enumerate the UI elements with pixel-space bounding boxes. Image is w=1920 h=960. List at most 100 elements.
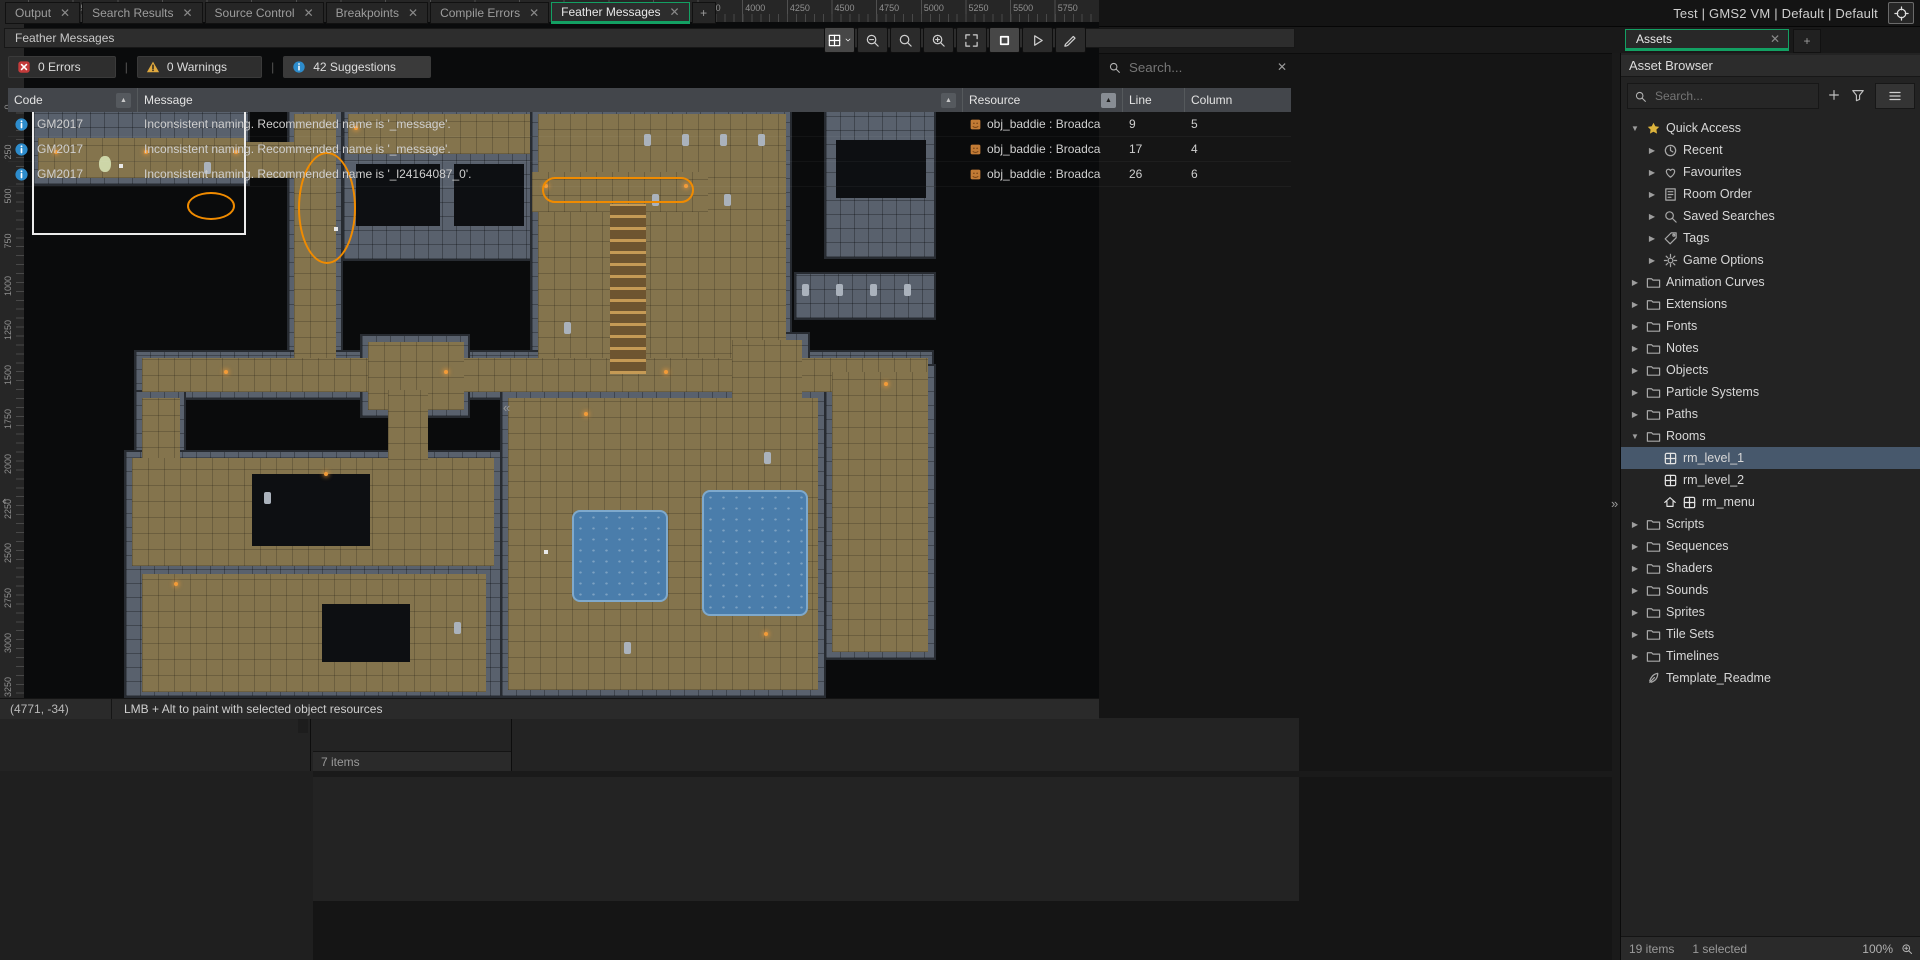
column-header-line[interactable]: Line (1123, 88, 1185, 112)
asset-rm-level-1[interactable]: rm_level_1 (1621, 447, 1920, 469)
tree-collapsed-icon[interactable]: ▶ (1629, 652, 1641, 661)
feather-search-input[interactable] (1127, 59, 1261, 76)
tree-collapsed-icon[interactable]: ▶ (1629, 542, 1641, 551)
tab-feather-messages[interactable]: Feather Messages✕ (551, 2, 689, 24)
tree-collapsed-icon[interactable]: ▶ (1629, 630, 1641, 639)
crosshair-icon (1894, 6, 1909, 21)
sort-button[interactable]: ▲ (116, 93, 131, 108)
clear-search-button[interactable]: ✕ (1277, 60, 1287, 74)
asset-timelines[interactable]: ▶Timelines (1621, 645, 1920, 667)
column-header-column[interactable]: Column (1185, 88, 1291, 112)
asset-animation-curves[interactable]: ▶Animation Curves (1621, 271, 1920, 293)
asset-rooms[interactable]: ▼Rooms (1621, 425, 1920, 447)
feather-message-row[interactable]: GM2017Inconsistent naming. Recommended n… (8, 112, 1291, 137)
tab-compile-errors[interactable]: Compile Errors✕ (430, 2, 549, 24)
zoom-fit-button[interactable] (956, 27, 987, 53)
paint-mode-button[interactable] (1055, 27, 1086, 53)
tree-expanded-icon[interactable]: ▼ (1629, 432, 1641, 441)
column-header-resource[interactable]: Resource ▲ (963, 88, 1123, 112)
tree-collapsed-icon[interactable]: ▶ (1629, 300, 1641, 309)
asset-template-readme[interactable]: Template_Readme (1621, 667, 1920, 689)
feather-message-row[interactable]: GM2017Inconsistent naming. Recommended n… (8, 137, 1291, 162)
tab-source-control[interactable]: Source Control✕ (205, 2, 324, 24)
grid-settings-button[interactable] (824, 27, 855, 53)
close-icon[interactable]: ✕ (529, 6, 539, 20)
asset-fonts[interactable]: ▶Fonts (1621, 315, 1920, 337)
asset-sounds[interactable]: ▶Sounds (1621, 579, 1920, 601)
tree-collapsed-icon[interactable]: ▶ (1629, 278, 1641, 287)
warnings-filter-button[interactable]: 0 Warnings (137, 56, 262, 78)
tree-expanded-icon[interactable]: ▼ (1629, 124, 1641, 133)
tree-collapsed-icon[interactable]: ▶ (1646, 212, 1658, 221)
feather-message-row[interactable]: GM2017Inconsistent naming. Recommended n… (8, 162, 1291, 187)
tree-collapsed-icon[interactable]: ▶ (1629, 366, 1641, 375)
tree-collapsed-icon[interactable]: ▶ (1646, 234, 1658, 243)
splitter-collapse-right[interactable]: » (1611, 496, 1618, 511)
asset-sequences[interactable]: ▶Sequences (1621, 535, 1920, 557)
suggestions-filter-button[interactable]: 42 Suggestions (283, 56, 431, 78)
asset-room-order[interactable]: ▶Room Order (1621, 183, 1920, 205)
asset-game-options[interactable]: ▶Game Options (1621, 249, 1920, 271)
bottom-splitter[interactable] (313, 771, 1612, 777)
tab-search-results[interactable]: Search Results✕ (82, 2, 202, 24)
sort-button[interactable]: ▲ (941, 93, 956, 108)
toggle-room-border-button[interactable] (989, 27, 1020, 53)
asset-rm-menu[interactable]: rm_menu (1621, 491, 1920, 513)
preview-room-button[interactable] (1022, 27, 1053, 53)
sort-button-active[interactable]: ▲ (1101, 93, 1116, 108)
zoom-in-icon[interactable] (1901, 943, 1913, 955)
asset-recent[interactable]: ▶Recent (1621, 139, 1920, 161)
asset-objects[interactable]: ▶Objects (1621, 359, 1920, 381)
canvas-zoom-out-button[interactable] (857, 27, 888, 53)
close-icon[interactable]: ✕ (304, 6, 314, 20)
asset-notes[interactable]: ▶Notes (1621, 337, 1920, 359)
asset-browser-menu-button[interactable] (1875, 83, 1915, 109)
asset-extensions[interactable]: ▶Extensions (1621, 293, 1920, 315)
add-output-tab-button[interactable]: + (692, 2, 716, 24)
add-assets-tab-button[interactable]: + (1793, 29, 1821, 53)
panel-collapse-handle[interactable]: ‹ (2, 493, 6, 508)
asset-sprites[interactable]: ▶Sprites (1621, 601, 1920, 623)
tree-collapsed-icon[interactable]: ▶ (1646, 190, 1658, 199)
asset-rm-level-2[interactable]: rm_level_2 (1621, 469, 1920, 491)
canvas-zoom-in-button[interactable] (923, 27, 954, 53)
column-header-message[interactable]: Message ▲ (138, 88, 963, 112)
close-icon[interactable]: ✕ (670, 5, 680, 19)
tree-collapsed-icon[interactable]: ▶ (1646, 146, 1658, 155)
tree-collapsed-icon[interactable]: ▶ (1629, 322, 1641, 331)
tree-collapsed-icon[interactable]: ▶ (1646, 256, 1658, 265)
tab-assets[interactable]: Assets ✕ (1625, 29, 1789, 51)
tree-collapsed-icon[interactable]: ▶ (1629, 520, 1641, 529)
asset-scripts[interactable]: ▶Scripts (1621, 513, 1920, 535)
close-icon[interactable]: ✕ (60, 6, 70, 20)
tab-breakpoints[interactable]: Breakpoints✕ (326, 2, 428, 24)
filter-icon[interactable] (1851, 88, 1865, 102)
asset-tile-sets[interactable]: ▶Tile Sets (1621, 623, 1920, 645)
tree-collapsed-icon[interactable]: ▶ (1646, 168, 1658, 177)
asset-particle-systems[interactable]: ▶Particle Systems (1621, 381, 1920, 403)
splitter-collapse-left[interactable]: « (503, 400, 510, 415)
asset-paths[interactable]: ▶Paths (1621, 403, 1920, 425)
tree-collapsed-icon[interactable]: ▶ (1629, 344, 1641, 353)
asset-favourites[interactable]: ▶Favourites (1621, 161, 1920, 183)
tree-collapsed-icon[interactable]: ▶ (1629, 410, 1641, 419)
canvas-zoom-reset-button[interactable] (890, 27, 921, 53)
tab-output[interactable]: Output✕ (5, 2, 80, 24)
asset-shaders[interactable]: ▶Shaders (1621, 557, 1920, 579)
target-manager-button[interactable] (1888, 2, 1914, 24)
tree-collapsed-icon[interactable]: ▶ (1629, 564, 1641, 573)
tree-collapsed-icon[interactable]: ▶ (1629, 586, 1641, 595)
close-icon[interactable]: ✕ (182, 6, 192, 20)
asset-saved-searches[interactable]: ▶Saved Searches (1621, 205, 1920, 227)
tree-collapsed-icon[interactable]: ▶ (1629, 388, 1641, 397)
asset-quick-access[interactable]: ▼Quick Access (1621, 117, 1920, 139)
errors-filter-button[interactable]: 0 Errors (8, 56, 116, 78)
asset-search-input[interactable] (1653, 88, 1812, 104)
asset-tags[interactable]: ▶Tags (1621, 227, 1920, 249)
close-icon[interactable]: ✕ (408, 6, 418, 20)
close-icon[interactable]: ✕ (1760, 32, 1780, 46)
tree-collapsed-icon[interactable]: ▶ (1629, 608, 1641, 617)
feather-table: Code ▲ Message ▲ Resource ▲ Line Column … (8, 88, 1291, 187)
create-asset-button[interactable] (1827, 88, 1841, 102)
column-header-code[interactable]: Code ▲ (8, 88, 138, 112)
